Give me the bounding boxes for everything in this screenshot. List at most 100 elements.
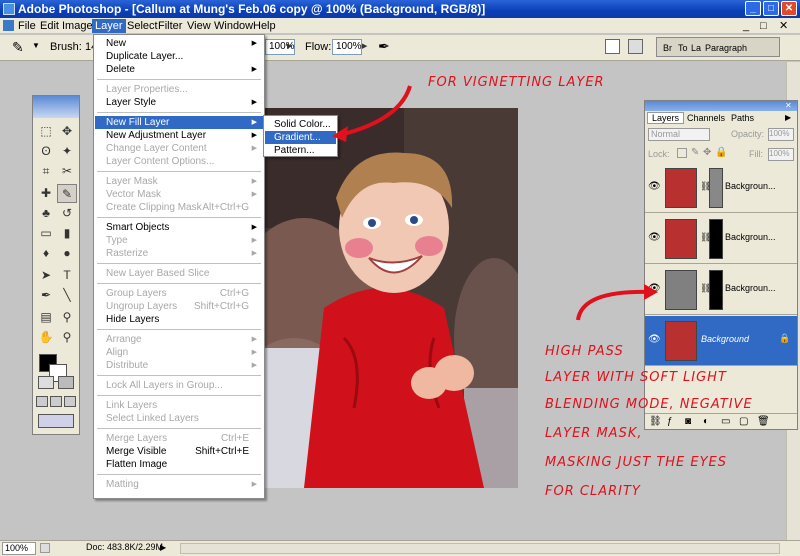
doc-minimize-button[interactable]: _ [740,19,752,33]
eyedropper-tool-icon[interactable]: ⚲ [57,308,77,327]
dodge-tool-icon[interactable]: ● [57,244,77,263]
delete-layer-icon[interactable]: 🗑 [757,416,770,427]
tab-paths[interactable]: Paths [731,113,754,123]
visibility-eye-icon[interactable]: 👁 [648,334,661,345]
eraser-tool-icon[interactable]: ▭ [36,224,56,243]
submenu-pattern[interactable]: Pattern... [265,144,336,157]
add-mask-icon[interactable]: ◙ [685,416,691,427]
brush-tool-icon[interactable]: ✎ [12,39,24,56]
layer-style-icon[interactable]: ƒ [667,416,673,427]
zoom-tool-icon[interactable]: ⚲ [57,328,77,347]
marquee-tool-icon[interactable]: ⬚ [36,122,56,141]
layers-panel-close-icon[interactable]: ✕ [785,101,792,110]
palette-tab-brushes[interactable]: Br [663,43,672,53]
menu-filter[interactable]: Filter [155,19,185,33]
new-layer-icon[interactable]: ▢ [739,416,748,427]
file-browser-icon[interactable] [605,39,620,54]
magic-wand-tool-icon[interactable]: ✦ [57,142,77,161]
menu-item-hide-layers[interactable]: Hide Layers [95,313,263,326]
airbrush-icon[interactable]: ✒ [378,38,390,55]
menu-item-layer-style[interactable]: Layer Style ▶ [95,96,263,109]
maximize-button[interactable]: □ [763,1,779,16]
menu-view[interactable]: View [184,19,214,33]
menu-item-new-adjustment-layer[interactable]: New Adjustment Layer ▶ [95,129,263,142]
line-tool-icon[interactable]: ╲ [57,286,77,305]
menu-image[interactable]: Image [59,19,96,33]
menu-item-duplicate-layer[interactable]: Duplicate Layer... [95,50,263,63]
quick-mask-mode-icon[interactable] [58,376,74,389]
opacity-field[interactable]: 100% [768,128,794,141]
type-tool-icon[interactable]: T [57,266,77,285]
layer-mask-thumbnail[interactable] [709,270,723,310]
move-tool-icon[interactable]: ✥ [57,122,77,141]
crop-tool-icon[interactable]: ⌗ [36,162,56,181]
lasso-tool-icon[interactable]: ʘ [36,142,56,161]
fill-field[interactable]: 100% [768,148,794,161]
lock-position-icon[interactable]: ✥ [703,147,711,158]
layers-panel-header[interactable] [645,101,797,111]
horizontal-scrollbar[interactable] [180,543,780,554]
menu-item-delete[interactable]: Delete ▶ [95,63,263,76]
document-canvas[interactable] [264,108,518,488]
status-menu-icon[interactable]: ▶ [160,543,166,552]
lock-transparent-icon[interactable] [677,148,687,158]
path-selection-tool-icon[interactable]: ➤ [36,266,56,285]
brush-tool-button-icon[interactable]: ✎ [57,184,77,203]
healing-brush-tool-icon[interactable]: ✚ [36,184,56,203]
panel-menu-icon[interactable]: ▶ [785,113,791,122]
submenu-solid-color[interactable]: Solid Color... [265,118,336,131]
hand-tool-icon[interactable]: ✋ [36,328,56,347]
close-button[interactable]: ✕ [781,1,797,16]
blur-tool-icon[interactable]: ♦ [36,244,56,263]
menu-item-new[interactable]: New ▶ [95,37,263,50]
layer-mask-thumbnail[interactable] [709,168,723,208]
app-menu-icon[interactable] [3,20,14,31]
screen-mode-standard-icon[interactable] [36,396,48,407]
layer-row-2[interactable]: 👁 ⛓ Backgroun... [645,214,797,264]
doc-close-button[interactable]: ✕ [776,19,791,33]
lock-image-icon[interactable]: ✎ [691,147,699,158]
layer-row-1[interactable]: 👁 ⛓ Backgroun... [645,163,797,213]
new-group-icon[interactable]: ▭ [721,416,730,427]
minimize-button[interactable]: _ [745,1,761,16]
lock-all-icon[interactable]: 🔒 [715,147,727,158]
doc-restore-button[interactable]: □ [757,19,770,33]
visibility-eye-icon[interactable]: 👁 [648,232,661,243]
palette-tab-tool-presets[interactable]: To [678,43,688,53]
tab-layers[interactable]: Layers [647,112,685,124]
standard-mode-icon[interactable] [38,376,54,389]
flow-arrow-icon[interactable]: ▶ [362,42,367,50]
gradient-tool-icon[interactable]: ▮ [57,224,77,243]
clone-stamp-tool-icon[interactable]: ♣ [36,204,56,223]
notes-tool-icon[interactable]: ▤ [36,308,56,327]
menu-item-new-fill-layer[interactable]: New Fill Layer ▶ [95,116,263,129]
menu-item-smart-objects[interactable]: Smart Objects ▶ [95,221,263,234]
layer-mask-thumbnail[interactable] [709,219,723,259]
adjustment-layer-icon[interactable]: ◐ [703,416,709,427]
menu-item-merge-visible[interactable]: Merge Visible Shift+Ctrl+E [95,445,263,458]
jump-to-imageready-icon[interactable] [38,414,74,428]
link-layers-icon[interactable]: ⛓ [649,416,662,427]
palette-tab-layer-comps[interactable]: La [691,43,701,53]
tool-preset-dropdown-icon[interactable]: ▼ [32,41,40,50]
flow-field[interactable]: 100% [332,39,362,55]
palette-tab-paragraph[interactable]: Paragraph [705,43,747,53]
bridge-icon[interactable] [628,39,643,54]
visibility-eye-icon[interactable]: 👁 [648,181,661,192]
menu-layer[interactable]: Layer [92,19,126,33]
menu-help[interactable]: Help [250,19,279,33]
menu-item-flatten-image[interactable]: Flatten Image [95,458,263,471]
screen-mode-full-icon[interactable] [64,396,76,407]
layer-row-3[interactable]: 👁 ⛓ Backgroun... [645,265,797,315]
tab-channels[interactable]: Channels [687,113,725,123]
zoom-level-field[interactable]: 100% [2,542,36,555]
slice-tool-icon[interactable]: ✂ [57,162,77,181]
history-brush-tool-icon[interactable]: ↺ [57,204,77,223]
toolbox-header[interactable] [33,96,79,118]
submenu-gradient[interactable]: Gradient... [265,131,336,144]
blend-mode-select[interactable]: Normal [648,128,710,141]
pen-tool-icon[interactable]: ✒ [36,286,56,305]
screen-mode-menubar-icon[interactable] [50,396,62,407]
menu-file[interactable]: File [15,19,39,33]
status-info-icon[interactable] [40,543,50,553]
